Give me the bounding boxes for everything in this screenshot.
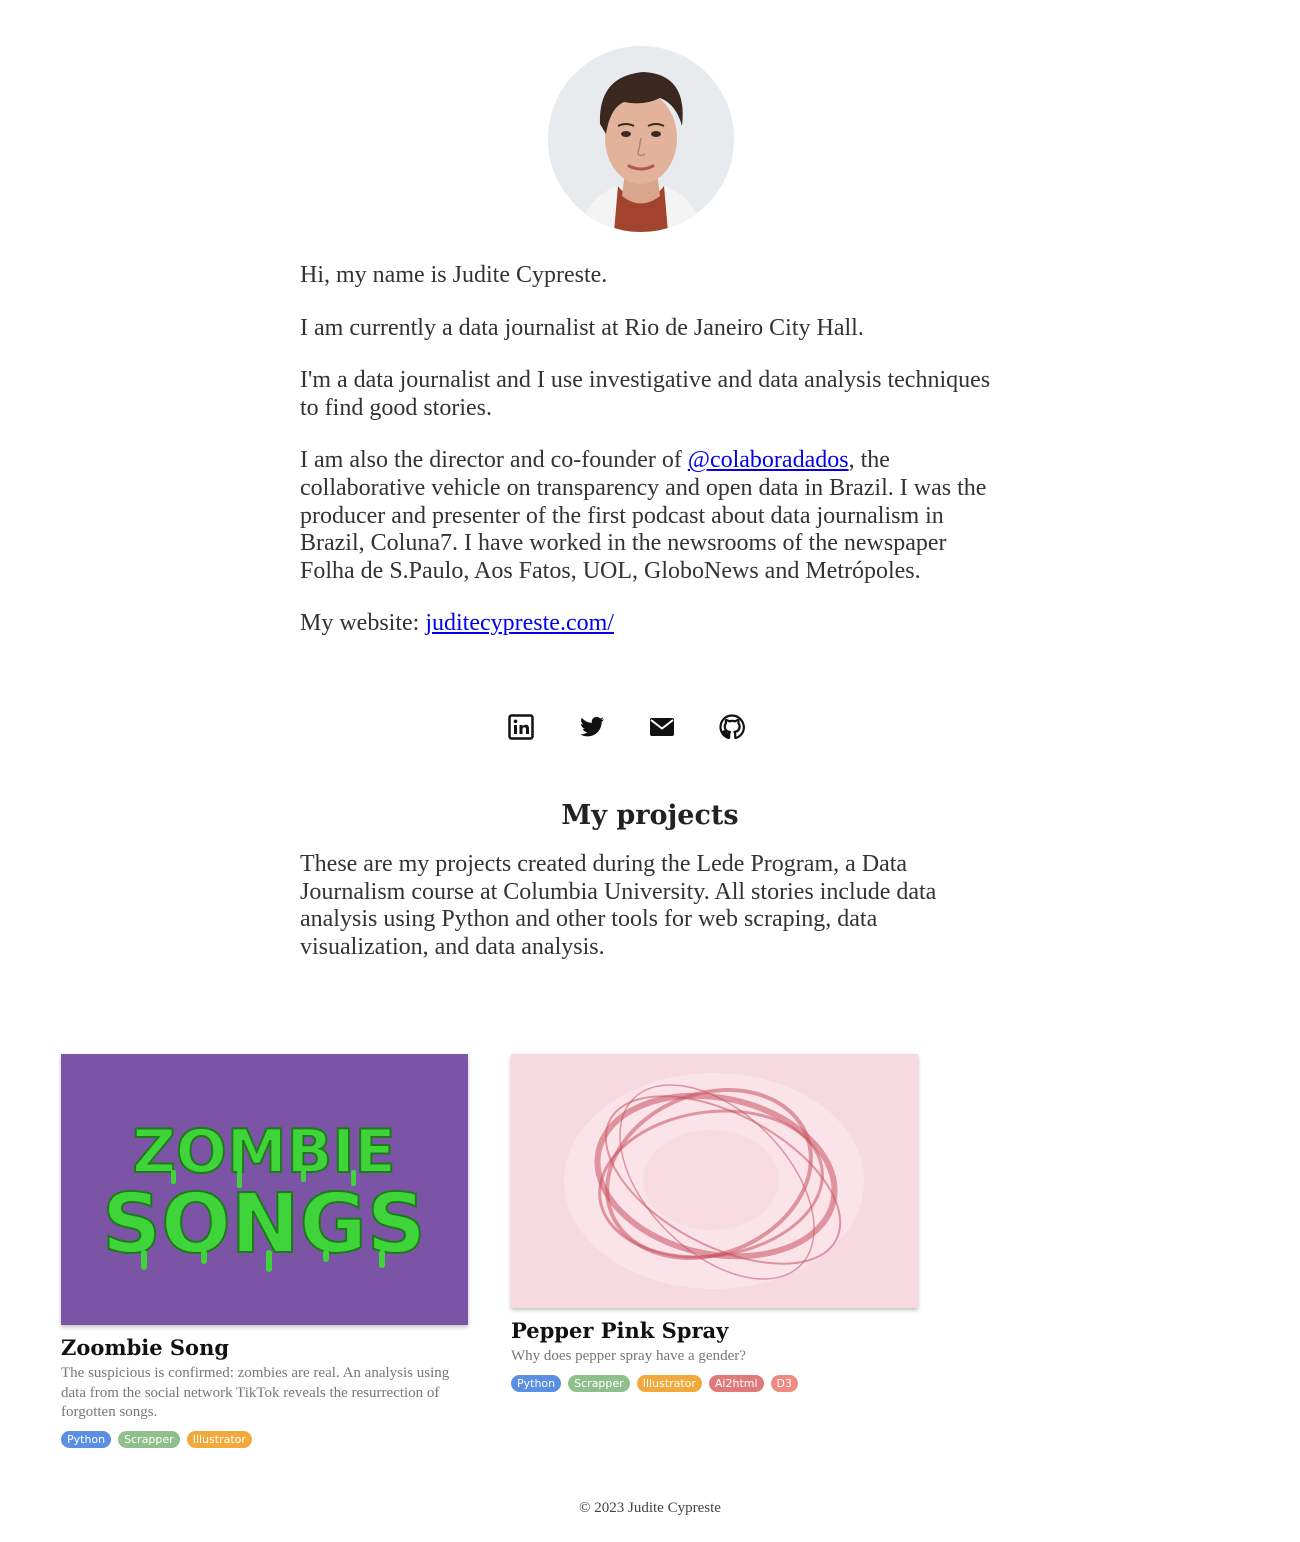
project-description: Why does pepper spray have a gender? — [511, 1348, 746, 1364]
project-card: Pepper Pink Spray Why does pepper spray … — [511, 1054, 918, 1392]
bio-section: Hi, my name is Judite Cypreste. I am cur… — [300, 262, 1000, 663]
tag-ai2html: Ai2html — [708, 1374, 764, 1392]
bio-website: My website: juditecypreste.com/ — [300, 610, 1000, 638]
tag-illustrator: Illustrator — [186, 1430, 252, 1448]
footer-copyright: © 2023 Judite Cypreste — [579, 1500, 721, 1516]
bio-current-role: I am currently a data journalist at Rio … — [300, 314, 864, 341]
project-description: The suspicious is confirmed: zombies are… — [61, 1365, 450, 1420]
profile-avatar — [548, 46, 734, 232]
project-tags: Python Scrapper Illustrator Ai2html D3 — [511, 1374, 918, 1392]
project-title[interactable]: Pepper Pink Spray — [511, 1318, 918, 1343]
colaboradados-link[interactable]: @colaboradados — [688, 447, 849, 473]
bio-approach: I'm a data journalist and I use investig… — [300, 367, 991, 421]
project-card: ZOMBIE SONGS Zoombie Song The suspicious… — [61, 1054, 468, 1448]
project-title[interactable]: Zoombie Song — [61, 1335, 468, 1360]
bio-greeting: Hi, my name is Judite Cypreste. — [300, 262, 608, 288]
tag-d3: D3 — [770, 1374, 799, 1392]
project-thumbnail-pepper-spray[interactable] — [511, 1054, 918, 1308]
github-icon[interactable] — [719, 714, 745, 740]
project-thumbnail-zombie-songs[interactable]: ZOMBIE SONGS — [61, 1054, 468, 1325]
tag-scrapper: Scrapper — [118, 1430, 180, 1448]
zombie-thumb-line2: SONGS — [102, 1177, 426, 1272]
tag-illustrator: Illustrator — [636, 1374, 702, 1392]
bio-director: I am also the director and co-founder of… — [300, 447, 1000, 585]
twitter-icon[interactable] — [579, 714, 605, 740]
website-prefix: My website: — [300, 610, 426, 637]
social-links — [0, 714, 1300, 742]
bio-director-prefix: I am also the director and co-founder of — [300, 447, 688, 474]
tag-scrapper: Scrapper — [568, 1374, 630, 1392]
linkedin-icon[interactable] — [508, 714, 534, 740]
project-tags: Python Scrapper Illustrator — [61, 1430, 468, 1448]
projects-heading: My projects — [561, 800, 739, 831]
projects-intro: These are my projects created during the… — [300, 851, 937, 960]
tag-python: Python — [511, 1374, 562, 1392]
email-icon[interactable] — [649, 714, 675, 740]
website-link[interactable]: juditecypreste.com/ — [425, 610, 614, 636]
tag-python: Python — [61, 1430, 112, 1448]
